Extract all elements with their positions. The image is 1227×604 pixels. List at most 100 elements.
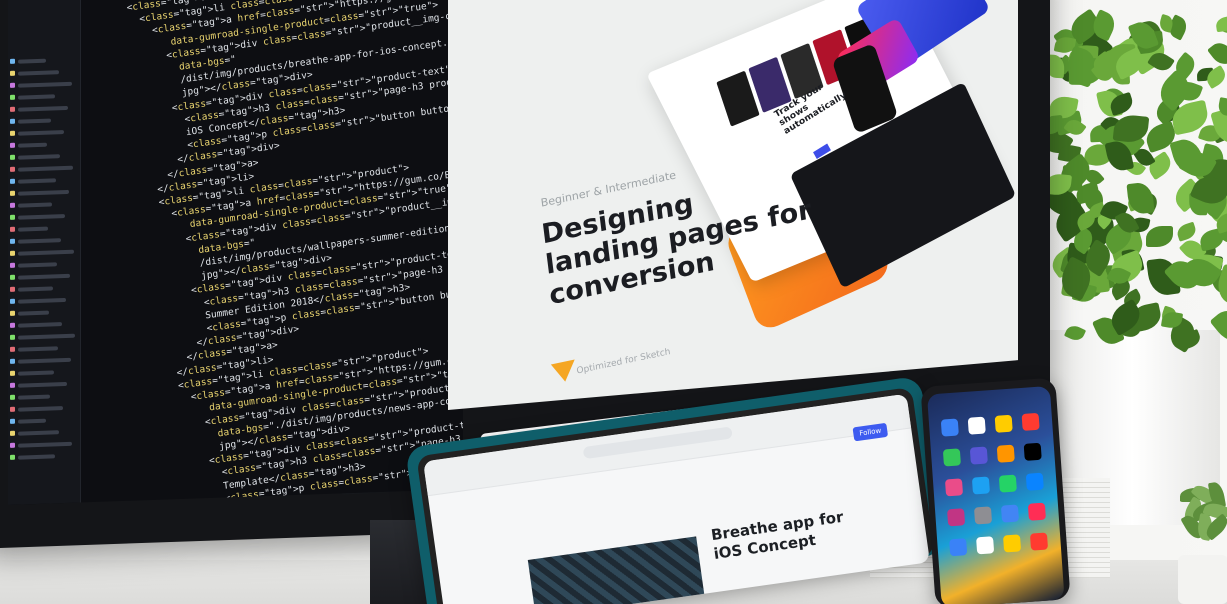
tablet-product-image xyxy=(527,536,706,604)
file-tree-item[interactable] xyxy=(18,346,58,352)
file-tree-item[interactable] xyxy=(18,130,64,136)
tablet-url-bar xyxy=(582,426,733,460)
app-icon[interactable] xyxy=(996,444,1015,463)
code-editor: <class="tag">ul class=class="str">"produ… xyxy=(8,0,463,506)
file-explorer xyxy=(8,0,81,506)
landing-page-screen: Track your shows automatically Beginner … xyxy=(448,0,1018,410)
file-type-icon xyxy=(10,142,15,148)
app-icon[interactable] xyxy=(1025,472,1044,491)
app-icon[interactable] xyxy=(998,474,1017,493)
app-icon[interactable] xyxy=(976,536,995,555)
app-icon[interactable] xyxy=(1021,412,1040,431)
app-icon[interactable] xyxy=(944,478,964,497)
file-tree-item[interactable] xyxy=(18,226,48,232)
app-icon[interactable] xyxy=(1027,502,1046,521)
file-tree-item[interactable] xyxy=(18,333,75,340)
file-tree-item[interactable] xyxy=(18,118,51,124)
file-tree-item[interactable] xyxy=(18,165,73,172)
file-type-icon xyxy=(10,286,15,292)
file-tree-item[interactable] xyxy=(18,142,47,148)
file-tree-item[interactable] xyxy=(18,286,53,292)
file-type-icon xyxy=(10,94,15,100)
file-tree-item[interactable] xyxy=(18,322,62,328)
file-type-icon xyxy=(10,322,15,328)
file-type-icon xyxy=(10,202,15,208)
tablet-product-title: Breathe app for iOS Concept xyxy=(709,507,845,563)
app-icon[interactable] xyxy=(1000,504,1020,523)
app-icon[interactable] xyxy=(949,538,968,557)
file-type-icon xyxy=(10,262,15,268)
file-type-icon xyxy=(10,166,15,172)
file-type-icon xyxy=(10,298,15,304)
app-icon[interactable] xyxy=(967,416,986,435)
file-type-icon xyxy=(10,118,15,124)
succulent-pot xyxy=(1178,555,1227,604)
file-tree-item[interactable] xyxy=(18,214,65,220)
file-tree-item[interactable] xyxy=(18,406,63,412)
file-tree-item[interactable] xyxy=(18,310,49,316)
file-type-icon xyxy=(10,346,15,352)
code-text: <class="tag">ul class=class="str">"produ… xyxy=(126,0,463,505)
file-type-icon xyxy=(10,238,15,244)
file-type-icon xyxy=(10,178,15,184)
app-icon[interactable] xyxy=(973,506,993,525)
file-tree-item[interactable] xyxy=(18,105,68,112)
file-type-icon xyxy=(10,394,15,400)
file-type-icon xyxy=(10,226,15,232)
file-tree-item[interactable] xyxy=(18,370,54,376)
file-type-icon xyxy=(10,106,15,112)
file-type-icon xyxy=(10,310,15,316)
file-tree-item[interactable] xyxy=(18,262,57,268)
app-icon[interactable] xyxy=(1002,534,1022,553)
file-type-icon xyxy=(10,454,15,460)
file-tree-item[interactable] xyxy=(18,154,60,160)
file-tree-item[interactable] xyxy=(18,202,52,208)
file-tree-item[interactable] xyxy=(18,418,46,424)
file-tree-item[interactable] xyxy=(18,58,46,64)
file-tree-item[interactable] xyxy=(18,430,59,436)
file-tree-item[interactable] xyxy=(18,178,56,184)
file-type-icon xyxy=(10,70,15,76)
file-tree-item[interactable] xyxy=(18,381,67,388)
file-tree-item[interactable] xyxy=(18,454,55,460)
file-tree-item[interactable] xyxy=(18,273,70,280)
app-icon[interactable] xyxy=(947,508,966,527)
app-icon[interactable] xyxy=(994,414,1013,433)
file-type-icon xyxy=(10,442,15,448)
app-icon[interactable] xyxy=(971,476,991,495)
app-icon[interactable] xyxy=(940,418,959,437)
file-type-icon xyxy=(10,154,15,160)
sketch-label: Optimized for Sketch xyxy=(576,347,672,377)
file-type-icon xyxy=(10,250,15,256)
file-type-icon xyxy=(10,82,15,88)
file-tree-item[interactable] xyxy=(18,441,72,448)
file-type-icon xyxy=(10,58,15,64)
file-type-icon xyxy=(10,382,15,388)
app-icon[interactable] xyxy=(969,446,988,465)
file-tree-item[interactable] xyxy=(18,70,59,76)
file-type-icon xyxy=(10,430,15,436)
file-type-icon xyxy=(10,406,15,412)
file-type-icon xyxy=(10,334,15,340)
file-type-icon xyxy=(10,370,15,376)
app-icon[interactable] xyxy=(1029,532,1049,551)
app-icon[interactable] xyxy=(942,448,961,467)
file-tree-item[interactable] xyxy=(18,357,71,364)
file-tree-item[interactable] xyxy=(18,297,66,304)
file-tree-item[interactable] xyxy=(18,238,61,244)
file-type-icon xyxy=(10,214,15,220)
file-tree-item[interactable] xyxy=(18,94,55,100)
file-type-icon xyxy=(10,418,15,424)
succulent-plant xyxy=(1170,478,1227,558)
file-tree-item[interactable] xyxy=(18,81,72,88)
file-type-icon xyxy=(10,274,15,280)
app-icon[interactable] xyxy=(1023,442,1042,461)
file-tree-item[interactable] xyxy=(18,249,74,256)
file-tree-item[interactable] xyxy=(18,394,50,400)
file-type-icon xyxy=(10,190,15,196)
smartphone-homescreen xyxy=(926,385,1065,604)
photo-scene: LG <class="tag">ul class=class="str">"pr… xyxy=(0,0,1227,604)
sketch-icon xyxy=(550,359,578,385)
smartphone xyxy=(920,377,1071,604)
file-tree-item[interactable] xyxy=(18,189,69,196)
